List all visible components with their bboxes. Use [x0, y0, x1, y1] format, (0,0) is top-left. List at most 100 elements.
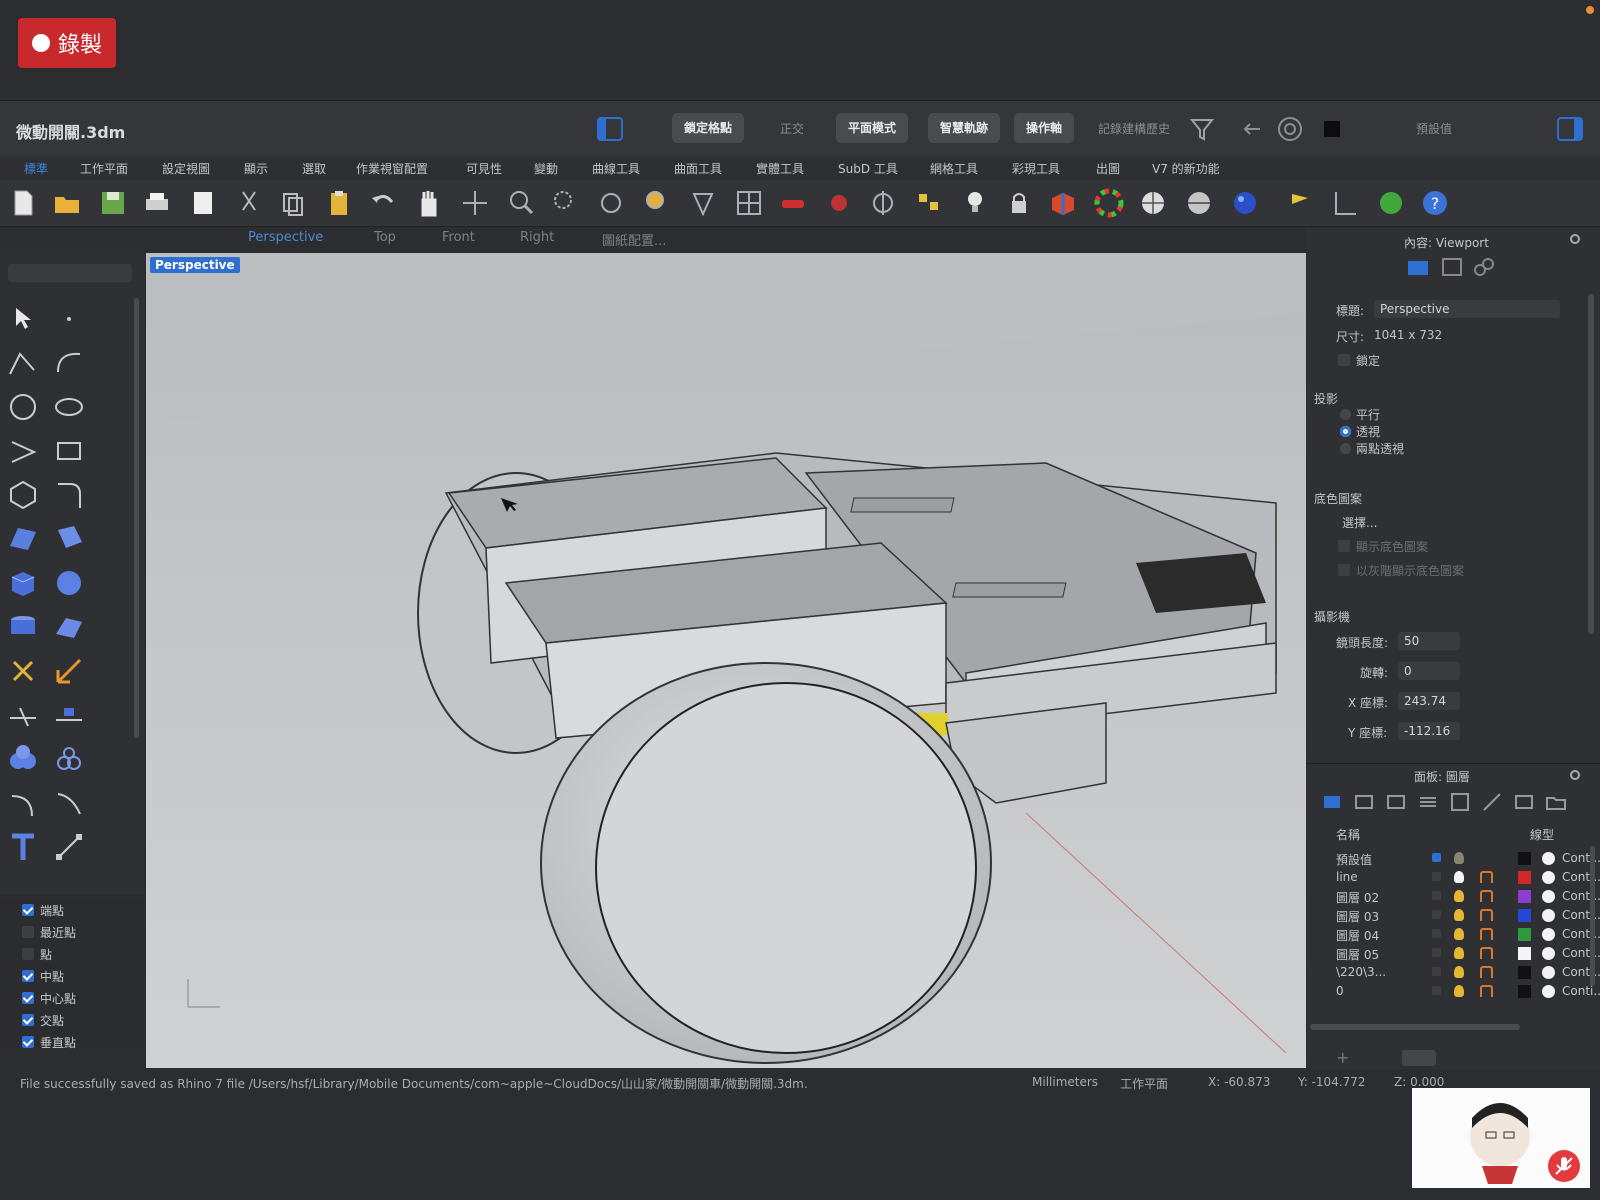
point-icon[interactable] — [52, 302, 86, 336]
perspective-viewport[interactable]: Perspective — [146, 253, 1306, 1068]
trim-icon[interactable] — [6, 698, 40, 732]
projection-twopoint-radio[interactable] — [1340, 443, 1351, 454]
move-up-icon[interactable] — [1416, 790, 1440, 814]
new-layer-icon[interactable] — [1320, 790, 1344, 814]
layer-name[interactable]: 圖層 04 — [1336, 927, 1379, 944]
current-layer-icon[interactable] — [1432, 872, 1441, 881]
layers-vscrollbar[interactable] — [1590, 846, 1595, 986]
tab-layouts[interactable]: 圖紙配置... — [602, 230, 666, 249]
rotation-field[interactable]: 0 — [1398, 662, 1460, 680]
target-icon[interactable] — [1276, 115, 1304, 143]
light-bulb-icon[interactable] — [1454, 890, 1464, 902]
defaults-button[interactable]: 預設值 — [1416, 120, 1452, 137]
light-bulb-icon[interactable] — [1454, 909, 1464, 921]
sublayer-icon[interactable] — [1352, 790, 1376, 814]
tab-right[interactable]: Right — [520, 230, 554, 245]
import-icon[interactable] — [188, 188, 218, 218]
layer-row[interactable]: 預設值Conti... — [1336, 849, 1600, 868]
tab-viewport-layout[interactable]: 作業視窗配置 — [356, 160, 428, 177]
checkbox-icon[interactable] — [22, 992, 34, 1004]
light-bulb-icon[interactable] — [1454, 871, 1464, 883]
layer-color-swatch[interactable] — [1518, 871, 1531, 884]
layer-color-swatch[interactable] — [1518, 966, 1531, 979]
tab-transform[interactable]: 變動 — [534, 160, 558, 177]
new-file-icon[interactable] — [8, 188, 38, 218]
osnap-mid[interactable]: 中點 — [22, 966, 64, 986]
split-icon[interactable] — [52, 698, 86, 732]
tab-set-view[interactable]: 設定視圖 — [162, 160, 210, 177]
named-view-car-icon[interactable] — [778, 188, 808, 218]
four-view-icon[interactable] — [734, 188, 764, 218]
lock-icon[interactable] — [1480, 985, 1493, 997]
tab-cplanes[interactable]: 工作平面 — [80, 160, 128, 177]
layer-name[interactable]: \220\3... — [1336, 965, 1386, 979]
fillet-curve-icon[interactable] — [52, 478, 86, 512]
ortho-button[interactable]: 正交 — [780, 120, 804, 137]
dimension-tool-icon[interactable] — [52, 830, 86, 864]
plugin-globe-icon[interactable] — [1376, 188, 1406, 218]
checkbox-icon[interactable] — [22, 1014, 34, 1026]
cut-icon[interactable] — [234, 188, 264, 218]
material-icon[interactable] — [1542, 909, 1555, 922]
layer-name[interactable]: 0 — [1336, 984, 1344, 998]
link-icon[interactable] — [1472, 256, 1496, 278]
undo-icon[interactable] — [368, 188, 398, 218]
layer-row[interactable]: 圖層 05Conti... — [1336, 944, 1600, 963]
add-layer-icon[interactable]: + — [1336, 1048, 1349, 1067]
layer-row[interactable]: 0 Conti... — [1336, 982, 1600, 1001]
color-swatch-icon[interactable] — [1324, 121, 1340, 137]
polygon-icon[interactable] — [6, 478, 40, 512]
checkbox-icon[interactable] — [22, 904, 34, 916]
open-folder-icon[interactable] — [52, 188, 82, 218]
planar-button[interactable]: 平面模式 — [836, 113, 909, 143]
title-field[interactable]: Perspective — [1374, 300, 1560, 318]
checkbox-icon[interactable] — [22, 970, 34, 982]
color-wheel-icon[interactable] — [1094, 188, 1124, 218]
tab-drafting[interactable]: 出圖 — [1096, 160, 1120, 177]
polyline-icon[interactable] — [6, 346, 40, 380]
transform-icon[interactable] — [6, 654, 40, 688]
current-layer-icon[interactable] — [1432, 891, 1441, 900]
lock-icon[interactable] — [1480, 909, 1493, 921]
tab-curve-tools[interactable]: 曲線工具 — [592, 160, 640, 177]
material-icon[interactable] — [1542, 852, 1555, 865]
folder-icon[interactable] — [1544, 790, 1568, 814]
projection-parallel-radio[interactable] — [1340, 409, 1351, 420]
sidebar-toggle-left-icon[interactable] — [596, 115, 624, 143]
tab-front[interactable]: Front — [442, 230, 475, 245]
delete-layer-icon[interactable] — [1384, 790, 1408, 814]
pan-hand-icon[interactable] — [414, 188, 444, 218]
paste-icon[interactable] — [324, 188, 354, 218]
lock-icon[interactable] — [1480, 966, 1493, 978]
projection-perspective-radio[interactable] — [1340, 426, 1351, 437]
layer-color-swatch[interactable] — [1518, 985, 1531, 998]
light-bulb-icon[interactable] — [960, 188, 990, 218]
tab-top[interactable]: Top — [374, 230, 396, 245]
layers-hscrollbar[interactable] — [1310, 1024, 1520, 1030]
gear-icon[interactable] — [1568, 768, 1592, 782]
extrude-surface-icon[interactable] — [52, 522, 86, 556]
light-bulb-icon[interactable] — [1454, 852, 1464, 864]
box-solid-icon[interactable] — [6, 566, 40, 600]
lock-icon[interactable] — [1480, 928, 1493, 940]
layer-color-swatch[interactable] — [1518, 909, 1531, 922]
flag-icon[interactable] — [1286, 188, 1316, 218]
tab-solid-tools[interactable]: 實體工具 — [756, 160, 804, 177]
lock-icon[interactable] — [1004, 188, 1034, 218]
cylinder-icon[interactable] — [6, 610, 40, 644]
zoom-window-icon[interactable] — [550, 188, 580, 218]
boolean-split-icon[interactable] — [52, 742, 86, 776]
light-bulb-icon[interactable] — [1454, 966, 1464, 978]
layer-name[interactable]: 圖層 03 — [1336, 908, 1379, 925]
arrow-left-icon[interactable] — [1238, 115, 1266, 143]
explode-icon[interactable] — [52, 654, 86, 688]
ellipse-icon[interactable] — [52, 390, 86, 424]
osnap-near[interactable]: 最近點 — [22, 922, 76, 942]
osnap-end[interactable]: 端點 — [22, 900, 64, 920]
curve-icon[interactable] — [52, 346, 86, 380]
select-objects-icon[interactable] — [914, 188, 944, 218]
tab-select[interactable]: 選取 — [302, 160, 326, 177]
gumball-button[interactable]: 操作軸 — [1014, 113, 1075, 143]
material-icon[interactable] — [1542, 985, 1555, 998]
sidebar-toggle-right-icon[interactable] — [1556, 115, 1584, 143]
